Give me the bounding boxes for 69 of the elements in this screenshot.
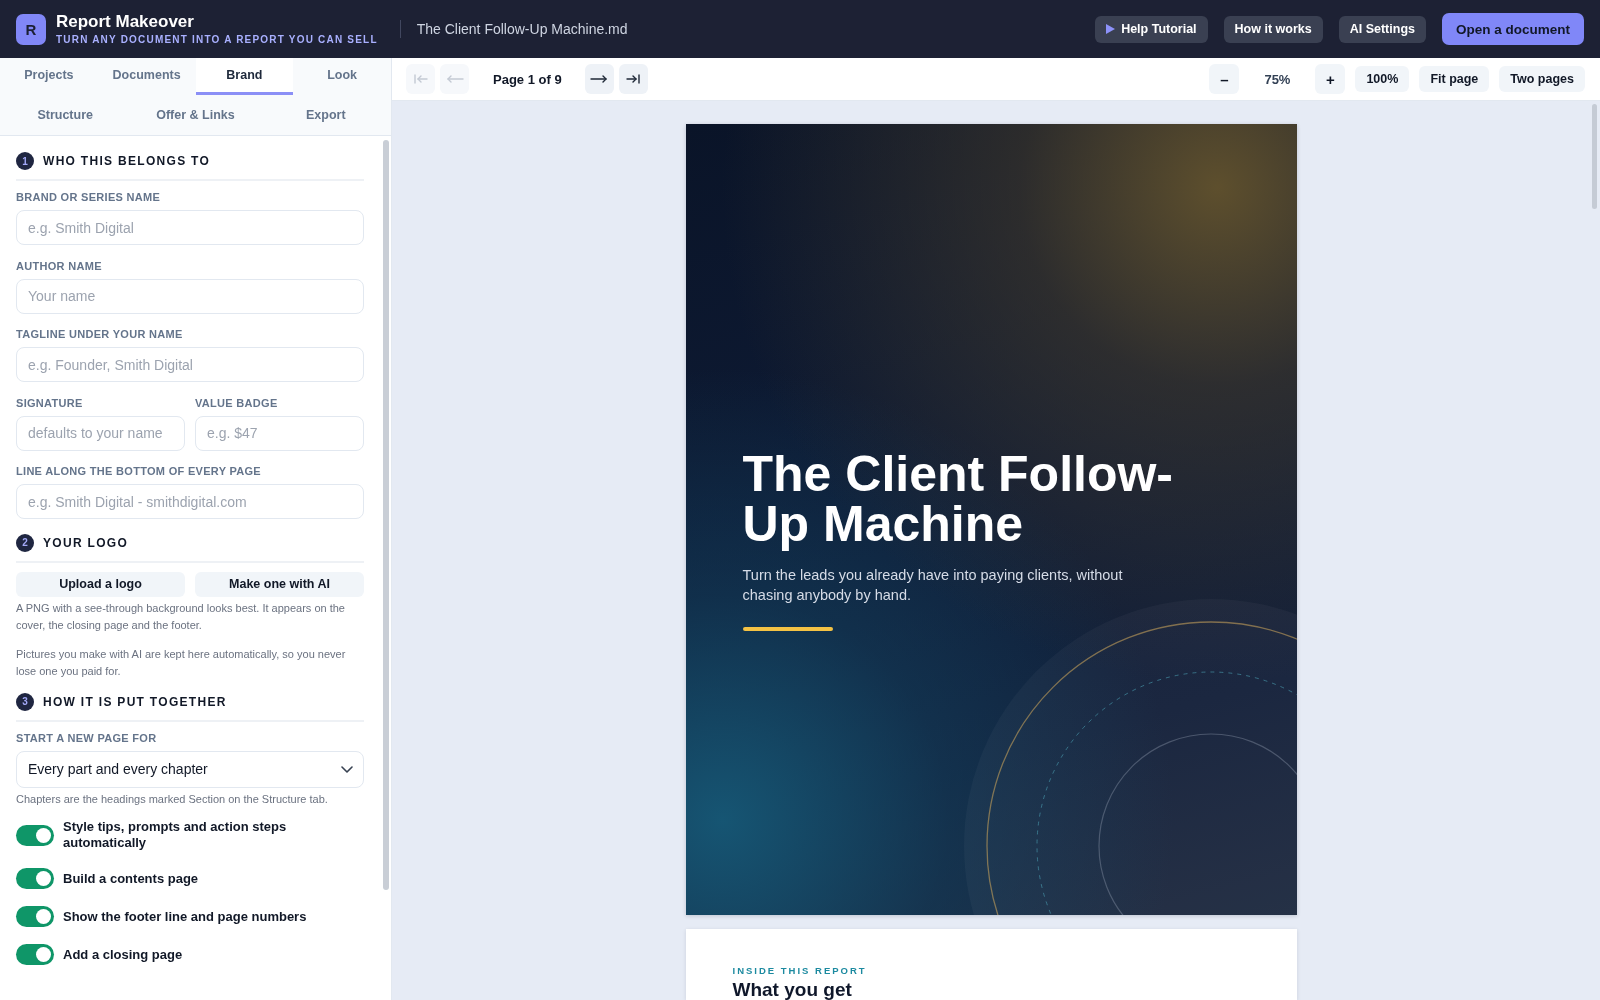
text-field[interactable]: Your name bbox=[16, 278, 364, 314]
secondary-button[interactable]: Upload a logo bbox=[16, 571, 185, 597]
scrollbar-thumb[interactable] bbox=[383, 140, 389, 890]
toggle-switch[interactable] bbox=[16, 824, 54, 846]
field-label: BRAND OR SERIES NAME bbox=[16, 190, 162, 204]
toggle-label: Show the footer line and page numbers bbox=[63, 908, 307, 925]
app-tagline: TURN ANY DOCUMENT INTO A REPORT YOU CAN SELL bbox=[56, 34, 378, 46]
help-text: A PNG with a see-through background looks best. It appears on the cover, the closing page and the footer. bbox=[16, 600, 346, 633]
text-field[interactable]: e.g. $47 bbox=[195, 415, 364, 451]
section-heading: HOW IT IS PUT TOGETHER bbox=[43, 694, 227, 709]
page-indicator: Page 1 of 9 bbox=[493, 71, 562, 87]
field-label: TAGLINE UNDER YOUR NAME bbox=[16, 327, 184, 341]
tab[interactable]: Structure bbox=[0, 95, 131, 135]
toggle-label: Build a contents page bbox=[63, 870, 199, 887]
step-number: 2 bbox=[16, 533, 34, 552]
help-text: Chapters are the headings marked Section on the Structure tab. bbox=[16, 791, 329, 807]
toggle-label: Style tips, prompts and action steps automatically bbox=[63, 819, 288, 851]
arrow-right-icon bbox=[590, 74, 609, 84]
section-heading: YOUR LOGO bbox=[43, 535, 129, 550]
zoom-level: 75% bbox=[1263, 71, 1292, 87]
toggle-label: Add a closing page bbox=[63, 946, 183, 963]
text-field[interactable]: defaults to your name bbox=[16, 415, 185, 451]
field-label: SIGNATURE bbox=[16, 395, 84, 410]
field-label: LINE ALONG THE BOTTOM OF EVERY PAGE bbox=[16, 464, 262, 478]
text-field[interactable]: e.g. Smith Digital bbox=[16, 210, 364, 245]
chevron-down-icon bbox=[341, 765, 353, 773]
last-page-button[interactable] bbox=[618, 64, 648, 94]
header-button[interactable]: How it works bbox=[1223, 15, 1323, 43]
bar-arrow-left-icon bbox=[413, 74, 428, 84]
tab[interactable]: Look bbox=[293, 58, 391, 95]
next-page-button[interactable] bbox=[584, 64, 614, 94]
field-label: VALUE BADGE bbox=[195, 395, 279, 410]
tab[interactable]: Brand bbox=[195, 58, 294, 95]
field-label: AUTHOR NAME bbox=[16, 258, 103, 273]
cover-subtitle: Turn the leads you already have into paying clients, without chasing anybody by hand. bbox=[742, 566, 1124, 605]
header-button[interactable]: AI Settings bbox=[1338, 15, 1426, 43]
tutorial-button[interactable]: Help Tutorial bbox=[1095, 15, 1208, 43]
field-label: START A NEW PAGE FOR bbox=[16, 730, 158, 745]
toggle-switch[interactable] bbox=[16, 944, 54, 965]
zoom-preset-button[interactable]: Fit page bbox=[1419, 66, 1490, 92]
arrow-left-icon bbox=[445, 74, 464, 84]
zoom-out-button[interactable]: – bbox=[1209, 64, 1240, 94]
zoom-preset-button[interactable]: Two pages bbox=[1499, 66, 1585, 92]
toggle-switch[interactable] bbox=[16, 868, 54, 889]
page-eyebrow: INSIDE THIS REPORT bbox=[732, 965, 868, 977]
toggle-switch[interactable] bbox=[16, 906, 54, 927]
zoom-preset-button[interactable]: 100% bbox=[1355, 66, 1410, 92]
play-icon bbox=[1106, 24, 1116, 34]
select-field[interactable]: Every part and every chapter bbox=[16, 750, 364, 788]
tab[interactable]: Projects bbox=[0, 58, 98, 95]
app-name: Report Makeover bbox=[56, 12, 195, 31]
zoom-in-button[interactable]: + bbox=[1315, 64, 1346, 94]
document-filename: The Client Follow-Up Machine.md bbox=[416, 21, 628, 37]
section-heading: WHO THIS BELONGS TO bbox=[43, 154, 211, 168]
text-field[interactable]: e.g. Smith Digital - smithdigital.com bbox=[16, 484, 364, 519]
step-number: 1 bbox=[16, 152, 34, 170]
step-number: 3 bbox=[16, 692, 34, 711]
secondary-button[interactable]: Make one with AI bbox=[195, 571, 364, 597]
tab[interactable]: Documents bbox=[97, 58, 196, 95]
tab[interactable]: Offer & Links bbox=[130, 95, 261, 135]
page-heading: What you get bbox=[732, 980, 853, 1000]
scrollbar-thumb[interactable] bbox=[1592, 104, 1597, 209]
app-logo: R bbox=[16, 13, 46, 45]
tab[interactable]: Export bbox=[260, 95, 391, 135]
primary-button[interactable]: Open a document bbox=[1442, 13, 1584, 45]
text-field[interactable]: e.g. Founder, Smith Digital bbox=[16, 347, 364, 382]
help-text: Pictures you make with AI are kept here automatically, so you never lose one you paid for. bbox=[16, 646, 347, 679]
arrow-bar-right-icon bbox=[626, 74, 641, 84]
cover-title: The Client Follow-Up Machine bbox=[742, 450, 1175, 549]
